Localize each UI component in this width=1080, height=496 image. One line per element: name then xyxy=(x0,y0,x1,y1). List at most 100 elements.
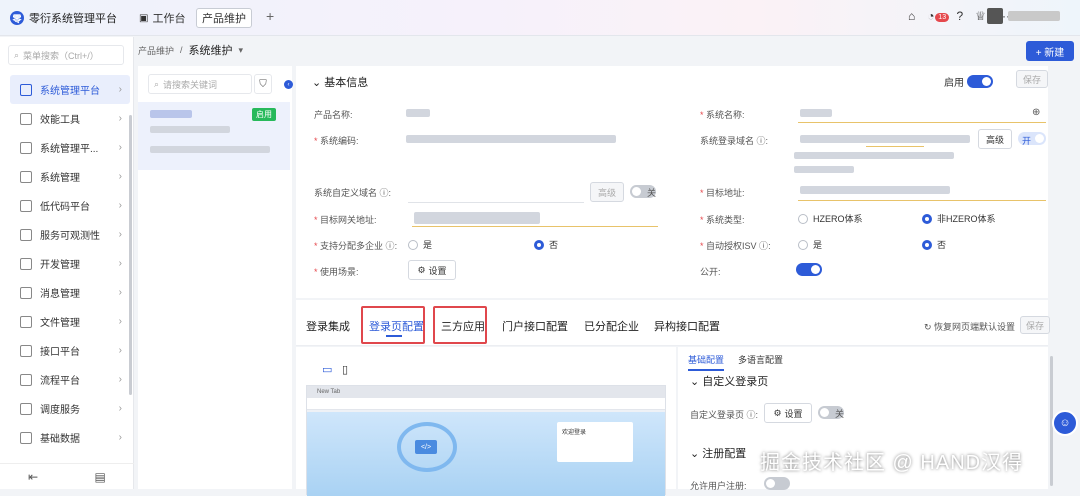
avatar[interactable] xyxy=(987,8,1003,24)
sidebar-item-efficiency-tools[interactable]: 效能工具 › xyxy=(10,104,130,133)
login-domain-value xyxy=(800,135,970,143)
sidebar-item-scheduler[interactable]: 调度服务 › xyxy=(10,394,130,423)
code-icon: </> xyxy=(415,440,437,454)
allow-register-toggle[interactable] xyxy=(764,477,790,490)
user-name[interactable] xyxy=(1008,11,1060,21)
usage-settings-button[interactable]: ⚙ 设置 xyxy=(408,260,456,280)
sidebar-item-label: 低代码平台 xyxy=(40,202,90,213)
tab-assigned-enterprises[interactable]: 已分配企业 xyxy=(584,318,639,334)
radio-multi-yes[interactable]: 是 xyxy=(408,238,432,251)
sidebar-item-files[interactable]: 文件管理 › xyxy=(10,307,130,336)
sidebar-search[interactable]: ⌕ 菜单搜索（Ctrl+/） xyxy=(8,45,124,65)
login-title: 欢迎登录 xyxy=(562,430,587,436)
product-name-label: 产品名称: xyxy=(314,110,353,120)
tab-workbench[interactable]: ▣ 工作台 xyxy=(134,8,190,28)
help-icon[interactable]: ⓘ xyxy=(759,241,768,251)
tab-basic-config[interactable]: 基础配置 xyxy=(688,353,725,371)
system-name-input[interactable] xyxy=(798,122,1046,123)
sidebar-item-base-data[interactable]: 基础数据 › xyxy=(10,423,130,452)
gateway-value xyxy=(414,212,540,224)
radio-isv-no[interactable]: 否 xyxy=(922,238,946,251)
assistant-icon[interactable]: ☺ xyxy=(1052,410,1078,436)
app-logo[interactable]: 零 零衍系统管理平台 xyxy=(10,10,117,26)
highlight-box-third-party xyxy=(433,306,487,344)
chevron-right-icon: › xyxy=(118,84,122,95)
new-button[interactable]: + 新建 xyxy=(1026,41,1074,61)
help-icon[interactable]: ⓘ xyxy=(380,188,389,198)
custom-login-settings-button[interactable]: ⚙ 设置 xyxy=(764,403,812,423)
system-name-value xyxy=(800,109,832,117)
allow-register-switch[interactable] xyxy=(764,477,790,490)
desktop-icon[interactable]: ▭ xyxy=(322,363,334,376)
section-register-config[interactable]: ⌄ 注册配置 xyxy=(690,445,746,461)
section-title-text: 自定义登录页 xyxy=(702,376,769,388)
label-text: 使用场景: xyxy=(320,267,359,277)
sidebar-item-system-platform[interactable]: 系统管理平台 › xyxy=(10,75,130,104)
tab-portal-api-config[interactable]: 门户接口配置 xyxy=(502,318,568,334)
help-icon[interactable]: ⓘ xyxy=(386,241,395,251)
on-label: 开 xyxy=(1022,136,1032,146)
browser-tab-title: New Tab xyxy=(317,389,341,395)
sidebar-item-label: 服务可观测性 xyxy=(40,231,100,242)
allow-register-label: 允许用户注册: xyxy=(690,481,747,491)
caret-down-icon[interactable]: ▾ xyxy=(239,45,244,56)
tab-heterogeneous-api-config[interactable]: 异构接口配置 xyxy=(654,318,720,334)
section-title[interactable]: ⌄ 基本信息 xyxy=(312,74,368,90)
search-icon: ⌕ xyxy=(154,78,160,89)
tab-multilang-config[interactable]: 多语言配置 xyxy=(738,353,783,366)
sidebar-item-dev-management[interactable]: 开发管理 › xyxy=(10,249,130,278)
sidebar-scrollbar[interactable] xyxy=(129,115,132,395)
sidebar-item-messages[interactable]: 消息管理 › xyxy=(10,278,130,307)
restore-defaults-link[interactable]: ↻ 恢复网页端默认设置 xyxy=(924,320,1015,333)
help-icon[interactable]: ⓘ xyxy=(747,410,756,420)
list-item[interactable]: 启用 xyxy=(138,102,290,170)
breadcrumb-current[interactable]: 系统维护 xyxy=(189,42,233,58)
custom-domain-input[interactable] xyxy=(408,202,584,203)
chevron-right-icon: › xyxy=(118,258,122,269)
list-search-input[interactable]: ⌕ 请搜索关键词 xyxy=(148,74,252,94)
collapse-menu-icon[interactable]: ⇤ xyxy=(28,470,38,484)
document-icon[interactable]: ▤ xyxy=(95,470,106,484)
public-toggle[interactable] xyxy=(796,263,822,276)
sidebar-item-lowcode[interactable]: 低代码平台 › xyxy=(10,191,130,220)
chevron-down-icon: ⌄ xyxy=(312,77,325,89)
globe-icon[interactable]: ⊕ xyxy=(1032,107,1040,118)
radio-hzero[interactable]: HZERO体系 xyxy=(798,212,863,225)
sidebar-item-system-platform-2[interactable]: 系统管理平... › xyxy=(10,133,130,162)
save-button[interactable]: 保存 xyxy=(1016,70,1048,88)
radio-isv-yes[interactable]: 是 xyxy=(798,238,822,251)
chevron-down-icon: ⌄ xyxy=(690,376,703,388)
advanced-button-2[interactable]: 高级 xyxy=(590,182,624,202)
radio-multi-no[interactable]: 否 xyxy=(534,238,558,251)
mobile-icon[interactable]: ▯ xyxy=(342,363,354,376)
advanced-button[interactable]: 高级 xyxy=(978,129,1012,149)
notification-badge: 13 xyxy=(935,13,950,22)
collapse-panel-icon[interactable]: ‹ xyxy=(284,80,293,89)
chef-hat-icon[interactable]: ♕ xyxy=(975,9,986,23)
help-icon[interactable]: ⓘ xyxy=(757,136,766,146)
public-switch[interactable] xyxy=(796,263,822,276)
config-save-button[interactable]: 保存 xyxy=(1020,316,1050,334)
enable-toggle[interactable] xyxy=(967,75,993,88)
enable-switch[interactable]: 启用 xyxy=(944,74,993,89)
sidebar-item-api-platform[interactable]: 接口平台 › xyxy=(10,336,130,365)
gateway-input[interactable] xyxy=(412,226,658,227)
radio-non-hzero[interactable]: 非HZERO体系 xyxy=(922,212,996,225)
sidebar-item-observability[interactable]: 服务可观测性 › xyxy=(10,220,130,249)
filter-icon[interactable]: ⛉ xyxy=(254,74,272,94)
list-item-name xyxy=(150,110,192,118)
section-custom-login[interactable]: ⌄ 自定义登录页 xyxy=(690,373,768,389)
label-text: 支持分配多企业 xyxy=(320,241,384,251)
help-icon[interactable]: ? xyxy=(957,9,964,23)
home-icon[interactable]: ⌂ xyxy=(908,9,915,23)
notification-icon[interactable]: ◔ 13 xyxy=(927,9,950,23)
login-domain-input[interactable] xyxy=(866,146,924,147)
chevron-right-icon: › xyxy=(118,316,122,327)
target-address-input[interactable] xyxy=(798,200,1046,201)
tab-login-integration[interactable]: 登录集成 xyxy=(306,318,350,334)
breadcrumb-parent[interactable]: 产品维护 xyxy=(138,44,174,57)
sidebar-item-workflow[interactable]: 流程平台 › xyxy=(10,365,130,394)
add-tab-icon[interactable]: + xyxy=(266,8,274,24)
tab-product-maintenance[interactable]: 产品维护 xyxy=(196,8,252,28)
sidebar-item-system-management[interactable]: 系统管理 › xyxy=(10,162,130,191)
